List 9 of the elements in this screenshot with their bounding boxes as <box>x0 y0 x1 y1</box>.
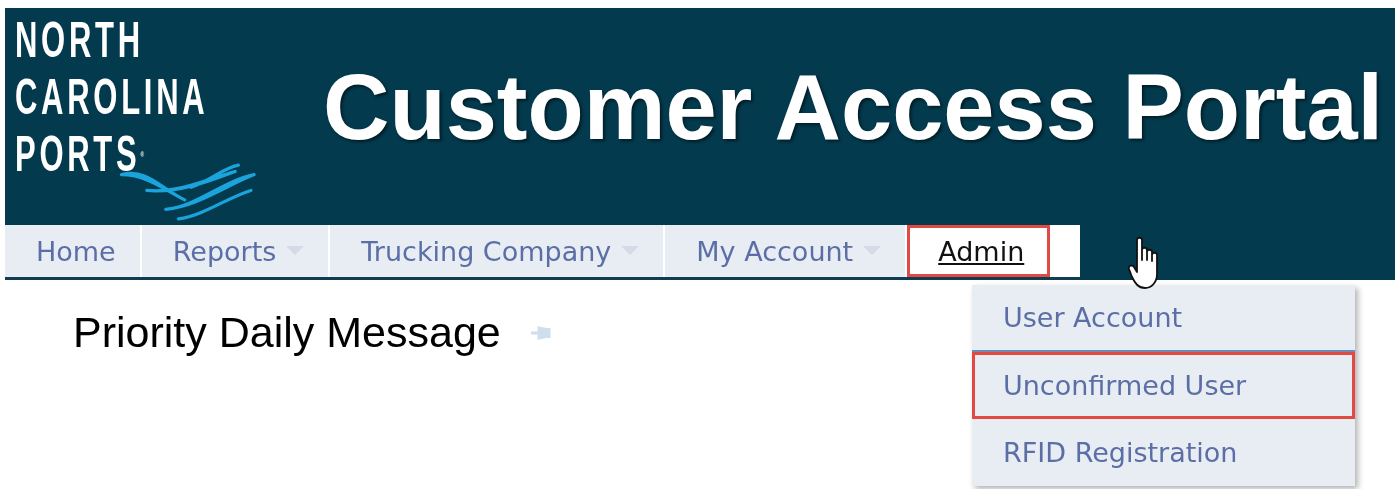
section-heading: Priority Daily Message <box>73 308 501 357</box>
nav-menu-item[interactable]: Admin <box>907 225 1051 277</box>
dropdown-item[interactable]: Unconfirmed User <box>972 352 1355 419</box>
dropdown-item[interactable]: User Account <box>972 285 1355 352</box>
logo-text: CAROLINA <box>15 68 209 126</box>
logo-text: PORTS® <box>15 125 146 183</box>
dropdown-item[interactable]: RFID Registration <box>972 419 1355 486</box>
portal-title: Customer Access Portal <box>323 55 1384 160</box>
logo-text: NORTH <box>15 11 145 69</box>
